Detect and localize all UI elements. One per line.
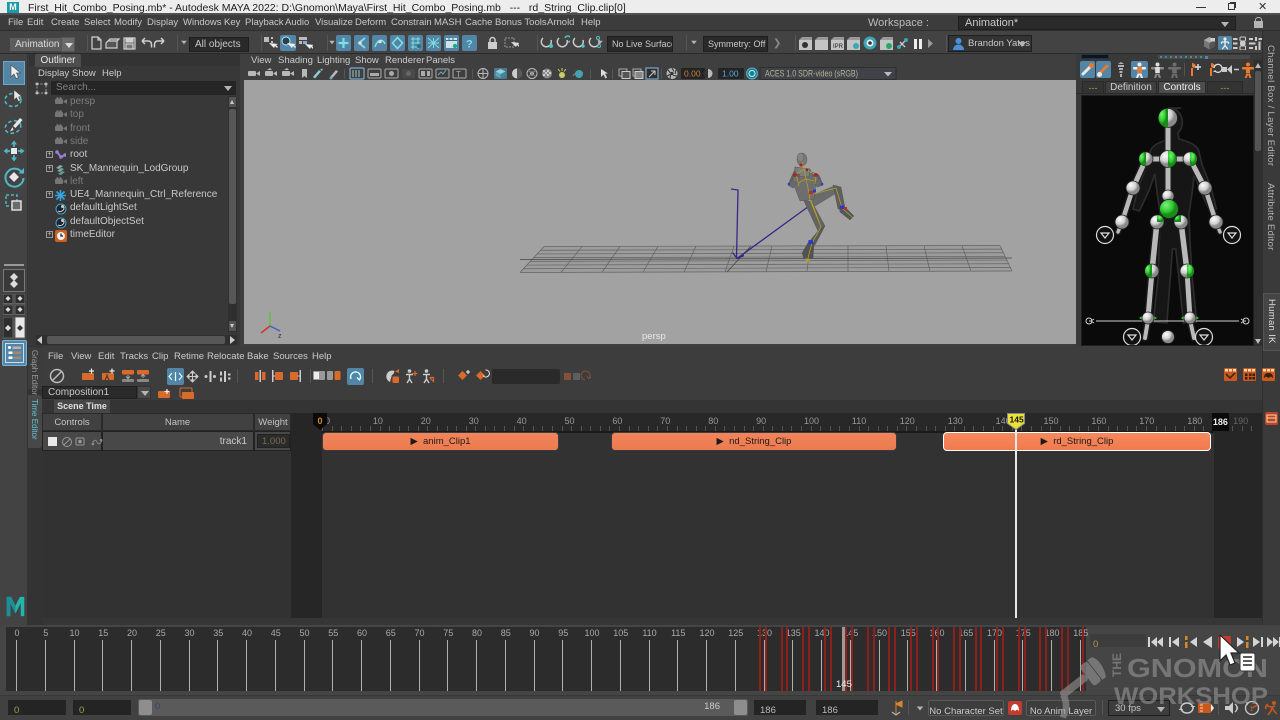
svg-text:IPR: IPR — [833, 44, 844, 50]
svg-text:ACES 1.0 SDR-video (sRGB): ACES 1.0 SDR-video (sRGB) — [765, 69, 858, 80]
svg-text:0: 0 — [318, 416, 323, 426]
svg-text:145: 145 — [1010, 415, 1024, 425]
svg-text:z: z — [278, 333, 282, 340]
svg-text:persp: persp — [642, 331, 666, 342]
svg-text:T: T — [456, 70, 461, 79]
svg-text:0.00: 0.00 — [684, 69, 701, 79]
svg-text:?: ? — [466, 39, 473, 51]
svg-text:THE: THE — [1110, 653, 1124, 677]
svg-text:WORKSHOP: WORKSHOP — [1114, 683, 1268, 710]
svg-text:1.00: 1.00 — [722, 69, 739, 79]
